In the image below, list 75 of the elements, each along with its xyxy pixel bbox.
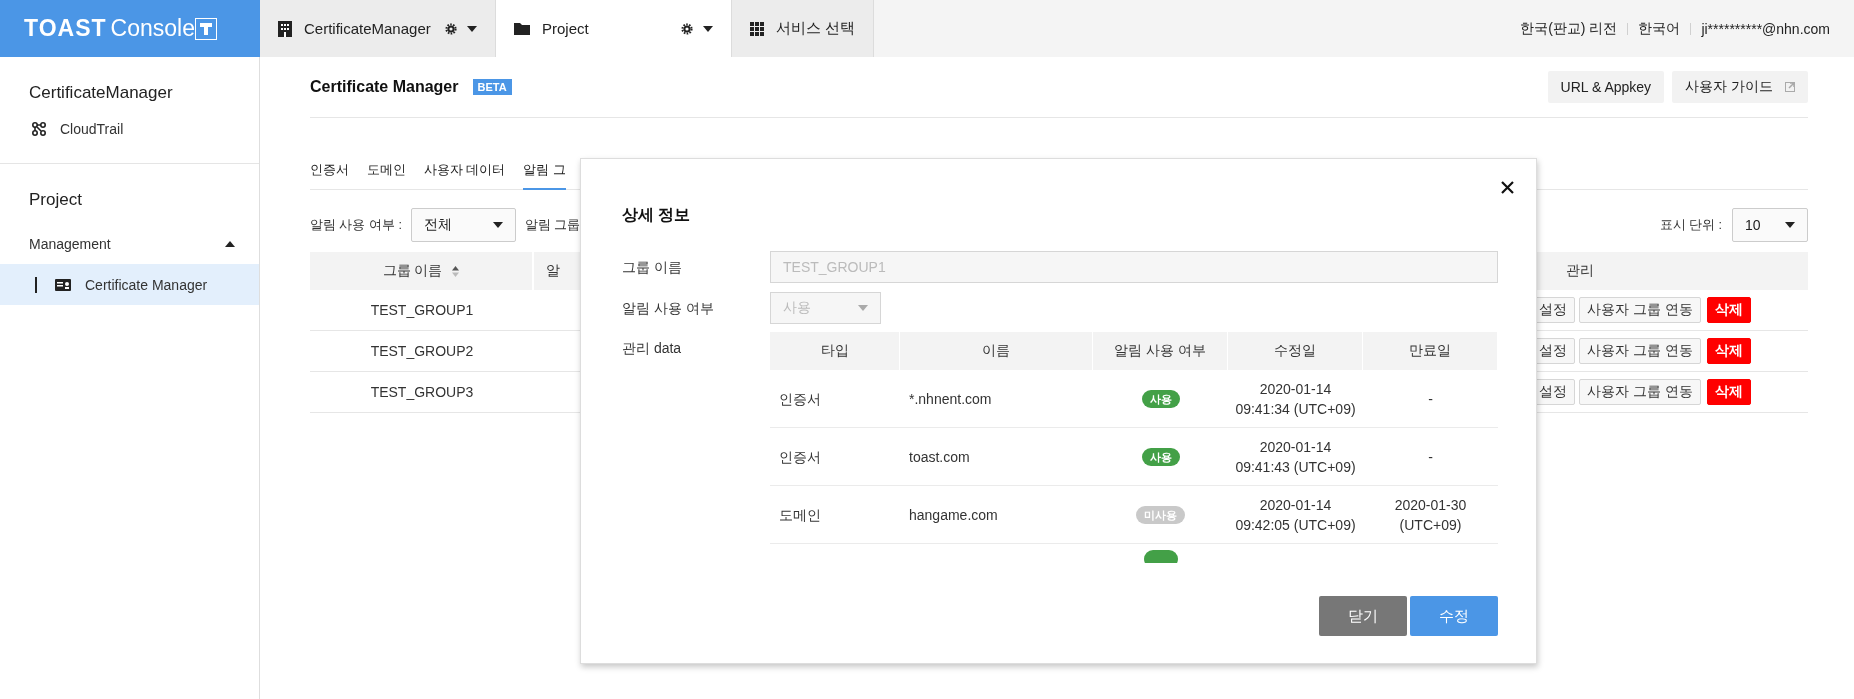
field-label: 그룹 이름 — [622, 258, 683, 277]
field-label: 알림 사용 여부 — [622, 299, 715, 318]
external-link-icon — [1785, 82, 1795, 92]
table-cell: 2020-01-14 09:42:05 (UTC+09) — [1228, 486, 1363, 544]
user-menu-link[interactable]: ji**********@nhn.com — [1701, 20, 1830, 37]
table-cell: 2020-01-14 09:41:34 (UTC+09) — [1228, 370, 1363, 428]
column-header: 만료일 — [1363, 332, 1498, 370]
console-tab[interactable]: 서비스 선택 — [732, 0, 875, 57]
page-title: Certificate Manager — [310, 78, 459, 96]
table-cell: 2020-01-14 09:41:43 (UTC+09) — [1228, 428, 1363, 486]
field-label: 관리 data — [622, 339, 683, 358]
table-cell: toast.com — [900, 428, 1093, 486]
table-cell: - — [1363, 370, 1498, 428]
sidebar-group[interactable]: Management — [0, 224, 259, 264]
column-header: 타입 — [770, 332, 900, 370]
table-cell: *.nhnent.com — [900, 370, 1093, 428]
table-cell: 2020-01-30 (UTC+09) — [1363, 486, 1498, 544]
table-cell: TEST_GROUP2 — [310, 331, 534, 372]
caret-down-icon — [1785, 222, 1795, 228]
table-cell: 도메인 — [770, 486, 900, 544]
page-size-dropdown[interactable]: 10 — [1732, 208, 1808, 242]
action-button[interactable]: 사용자 그룹 연동 — [1579, 379, 1701, 405]
gear-icon[interactable] — [445, 22, 457, 35]
header-button[interactable]: URL & Appkey — [1547, 71, 1665, 103]
console-tab[interactable]: Project — [496, 0, 732, 57]
sidebar-item[interactable]: CloudTrail — [0, 109, 259, 149]
action-button[interactable]: 사용자 그룹 연동 — [1579, 297, 1701, 323]
tab[interactable]: 인증서 — [310, 152, 349, 190]
action-button[interactable]: 사용자 그룹 연동 — [1579, 338, 1701, 364]
delete-button[interactable]: 삭제 — [1706, 379, 1751, 405]
filter-label: 알림 사용 여부 : — [310, 216, 402, 234]
guide-button[interactable]: 사용자 가이드 — [1672, 71, 1808, 103]
console-tab[interactable]: CertificateManager — [260, 0, 496, 57]
table-cell: TEST_GROUP1 — [310, 290, 534, 331]
column-header: 알림 사용 여부 — [1093, 332, 1228, 370]
caret-down-icon — [703, 25, 713, 32]
caret-down-icon — [492, 222, 503, 228]
sidebar-heading: Project — [28, 189, 83, 211]
beta-badge: BETA — [472, 79, 512, 95]
close-button[interactable]: 닫기 — [1319, 596, 1407, 636]
nodes-icon — [32, 122, 46, 136]
sidebar-heading: CertificateManager — [28, 82, 174, 104]
tab[interactable]: 도메인 — [367, 152, 406, 190]
table-cell: hangame.com — [900, 486, 1093, 544]
table-cell: 인증서 — [770, 370, 900, 428]
delete-button[interactable]: 삭제 — [1706, 297, 1751, 323]
status-badge: 사용 — [1141, 447, 1180, 466]
caret-down-icon — [467, 25, 477, 32]
gear-icon[interactable] — [681, 22, 693, 35]
grid-icon — [750, 21, 764, 36]
column-header: 수정일 — [1228, 332, 1363, 370]
filter-label: 알림 그룹 — [524, 216, 581, 234]
column-header[interactable]: 그룹 이름 — [310, 252, 534, 290]
page-size-label: 표시 단위 : — [1659, 216, 1722, 234]
caret-down-icon — [858, 305, 868, 311]
user-menu-link[interactable]: 한국(판교) 리전 — [1520, 19, 1618, 38]
sidebar-item[interactable]: Certificate Manager — [0, 264, 259, 305]
caret-up-icon — [225, 241, 235, 247]
column-header: 이름 — [900, 332, 1093, 370]
folder-icon — [514, 22, 530, 35]
close-icon[interactable] — [1501, 181, 1514, 194]
logo-icon[interactable] — [194, 17, 217, 40]
table-cell: - — [1363, 428, 1498, 486]
building-icon — [278, 20, 292, 37]
dialog-title: 상세 정보 — [622, 205, 692, 225]
table-cell: 인증서 — [770, 428, 900, 486]
filter-dropdown[interactable]: 전체 — [410, 208, 516, 242]
sort-icon — [452, 265, 460, 277]
id-card-icon — [55, 278, 71, 291]
tab[interactable]: 사용자 데이터 — [424, 152, 506, 190]
delete-button[interactable]: 삭제 — [1706, 338, 1751, 364]
user-menu-link[interactable]: 한국어 — [1638, 19, 1681, 38]
tab[interactable]: 알림 그 — [523, 152, 566, 190]
status-badge: 사용 — [1141, 389, 1180, 408]
table-cell: TEST_GROUP3 — [310, 372, 534, 413]
